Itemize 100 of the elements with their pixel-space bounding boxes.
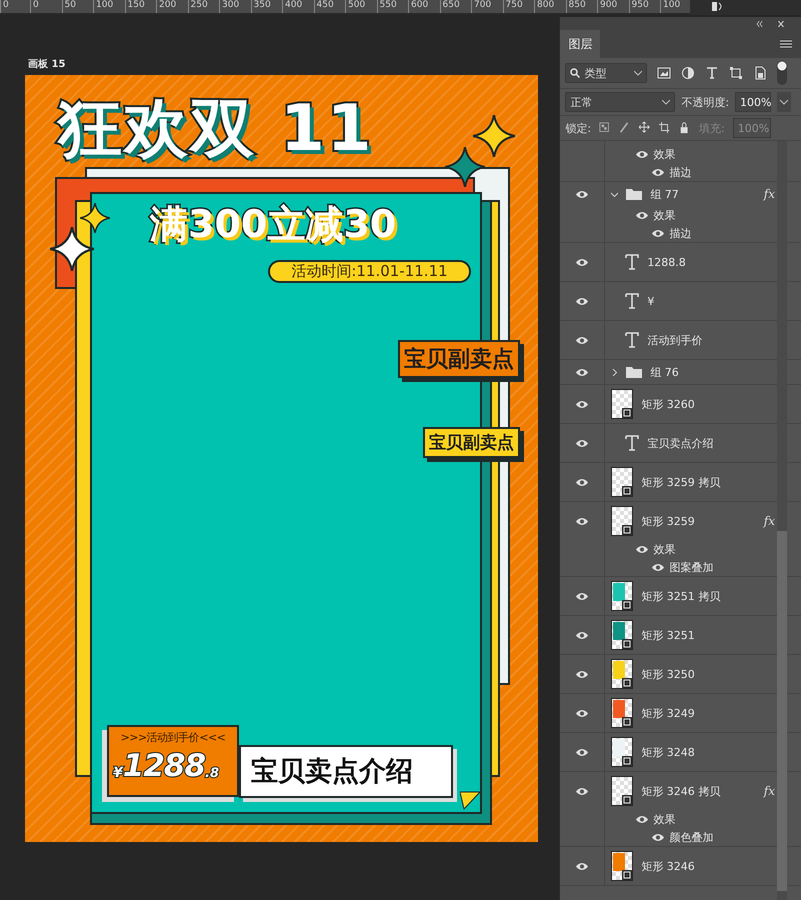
shape-filter-icon[interactable] [729,66,744,80]
visibility-eye-icon[interactable] [635,544,650,554]
chevron-icon[interactable] [611,190,618,198]
search-icon [570,68,580,78]
ruler-label: 600 [408,0,440,13]
layer-name: 组 77 [650,186,679,202]
visibility-eye-icon[interactable] [635,814,650,824]
text-layer-icon [625,435,640,451]
fx-label: fx [764,784,775,798]
ruler-label: 100 [93,0,124,13]
layer-name: 矩形 3259 拷贝 [641,474,720,490]
lock-label: 锁定: [565,120,592,136]
folded-corner-icon [460,790,480,810]
effect-name: 描边 [669,164,692,180]
type-filter-icon[interactable] [705,66,720,80]
currency-sign: ¥ [113,765,123,781]
ruler-label: 700 [471,0,502,13]
visibility-eye-icon[interactable] [651,832,666,842]
visibility-eye-icon[interactable] [575,439,590,448]
visibility-eye-icon[interactable] [575,631,590,640]
period-pill: 活动时间:11.01-11.11 [268,260,471,283]
layer-name: 矩形 3246 拷贝 [641,784,720,798]
visibility-eye-icon[interactable] [635,150,650,158]
chevron-icon[interactable] [611,368,618,376]
filter-dropdown[interactable]: 类型 [565,63,648,83]
visibility-eye-icon[interactable] [575,748,590,757]
visibility-eye-icon[interactable] [575,709,590,718]
visibility-eye-icon[interactable] [575,258,590,267]
scrollbar[interactable] [777,141,787,900]
poster-title: 狂欢双 11 [58,91,374,168]
ruler-label: 0 [0,0,30,13]
ruler-label: 650 [440,0,471,13]
caret-icon [634,70,642,76]
visibility-eye-icon[interactable] [651,228,666,238]
layer-name: 矩形 3259 [641,514,695,528]
layer-name: 矩形 3251 [641,628,695,642]
blend-mode-dropdown[interactable]: 正常 [565,92,676,112]
opacity-caret-icon[interactable] [777,92,792,112]
ruler-label: 150 [124,0,156,13]
ruler-label: 50 [62,0,93,13]
layer-name: 1288.8 [647,256,686,268]
visibility-eye-icon[interactable] [575,190,590,199]
layers-tab[interactable]: 图层 [560,30,600,58]
visibility-eye-icon[interactable] [575,336,590,345]
folder-icon [626,366,642,378]
layer-name: 组 76 [650,364,679,380]
opacity-field[interactable]: 100% [735,92,772,112]
effects-label: 效果 [653,542,676,556]
visibility-eye-icon[interactable] [651,168,666,176]
ruler-label: 350 [250,0,282,13]
filter-toggle[interactable] [777,61,788,85]
sparkle-star-icon [473,115,515,157]
price-amount: 1288 [122,747,206,786]
effect-name: 颜色叠加 [669,830,714,844]
visibility-eye-icon[interactable] [575,670,590,679]
layer-name: 矩形 3260 [641,396,695,412]
effects-label: 效果 [653,146,676,162]
smart-object-filter-icon[interactable] [753,66,768,80]
layer-name: 矩形 3248 [641,744,695,760]
ruler-label: 250 [188,0,219,13]
opacity-label: 不透明度: [681,94,730,110]
layer-thumbnail [611,776,634,806]
move-icon[interactable] [639,121,652,135]
ruler-label: 950 [628,0,660,13]
lock-pixels-icon[interactable] [599,121,612,135]
price-caption: >>>活动到手价<<< [120,730,226,745]
cursor-icon [710,0,724,13]
visibility-eye-icon[interactable] [575,297,590,306]
effect-name: 图案叠加 [669,560,714,574]
layer-thumbnail [611,467,634,497]
ruler-label: 550 [376,0,408,13]
ruler-label: 500 [345,0,376,13]
visibility-eye-icon[interactable] [575,368,590,377]
layer-name: 矩形 3249 [641,706,695,720]
layer-name: 活动到手价 [647,332,702,348]
image-filter-icon[interactable] [657,66,672,80]
visibility-eye-icon[interactable] [575,862,590,871]
visibility-eye-icon[interactable] [635,210,650,220]
visibility-eye-icon[interactable] [651,562,666,572]
discount-headline: 满300立减30 [150,201,396,248]
text-layer-icon [625,332,640,348]
ruler-label: 800 [534,0,566,13]
price-decimal: .8 [205,766,220,781]
visibility-eye-icon[interactable] [575,787,590,796]
text-layer-icon [625,254,640,270]
ruler-label: 850 [566,0,597,13]
folder-icon [626,188,642,200]
crop-lock-icon[interactable] [659,121,672,135]
fx-label: fx [764,187,775,201]
adjustment-filter-icon[interactable] [681,66,696,80]
visibility-eye-icon[interactable] [575,478,590,487]
ruler-label: 300 [219,0,250,13]
ruler-label: 900 [597,0,628,13]
visibility-eye-icon[interactable] [575,517,590,526]
visibility-eye-icon[interactable] [575,400,590,409]
layer-thumbnail [611,389,634,419]
ruler-label: 400 [282,0,314,13]
layer-name: 矩形 3246 [641,858,695,874]
visibility-eye-icon[interactable] [575,592,590,601]
ruler-label: 0 [30,0,62,13]
